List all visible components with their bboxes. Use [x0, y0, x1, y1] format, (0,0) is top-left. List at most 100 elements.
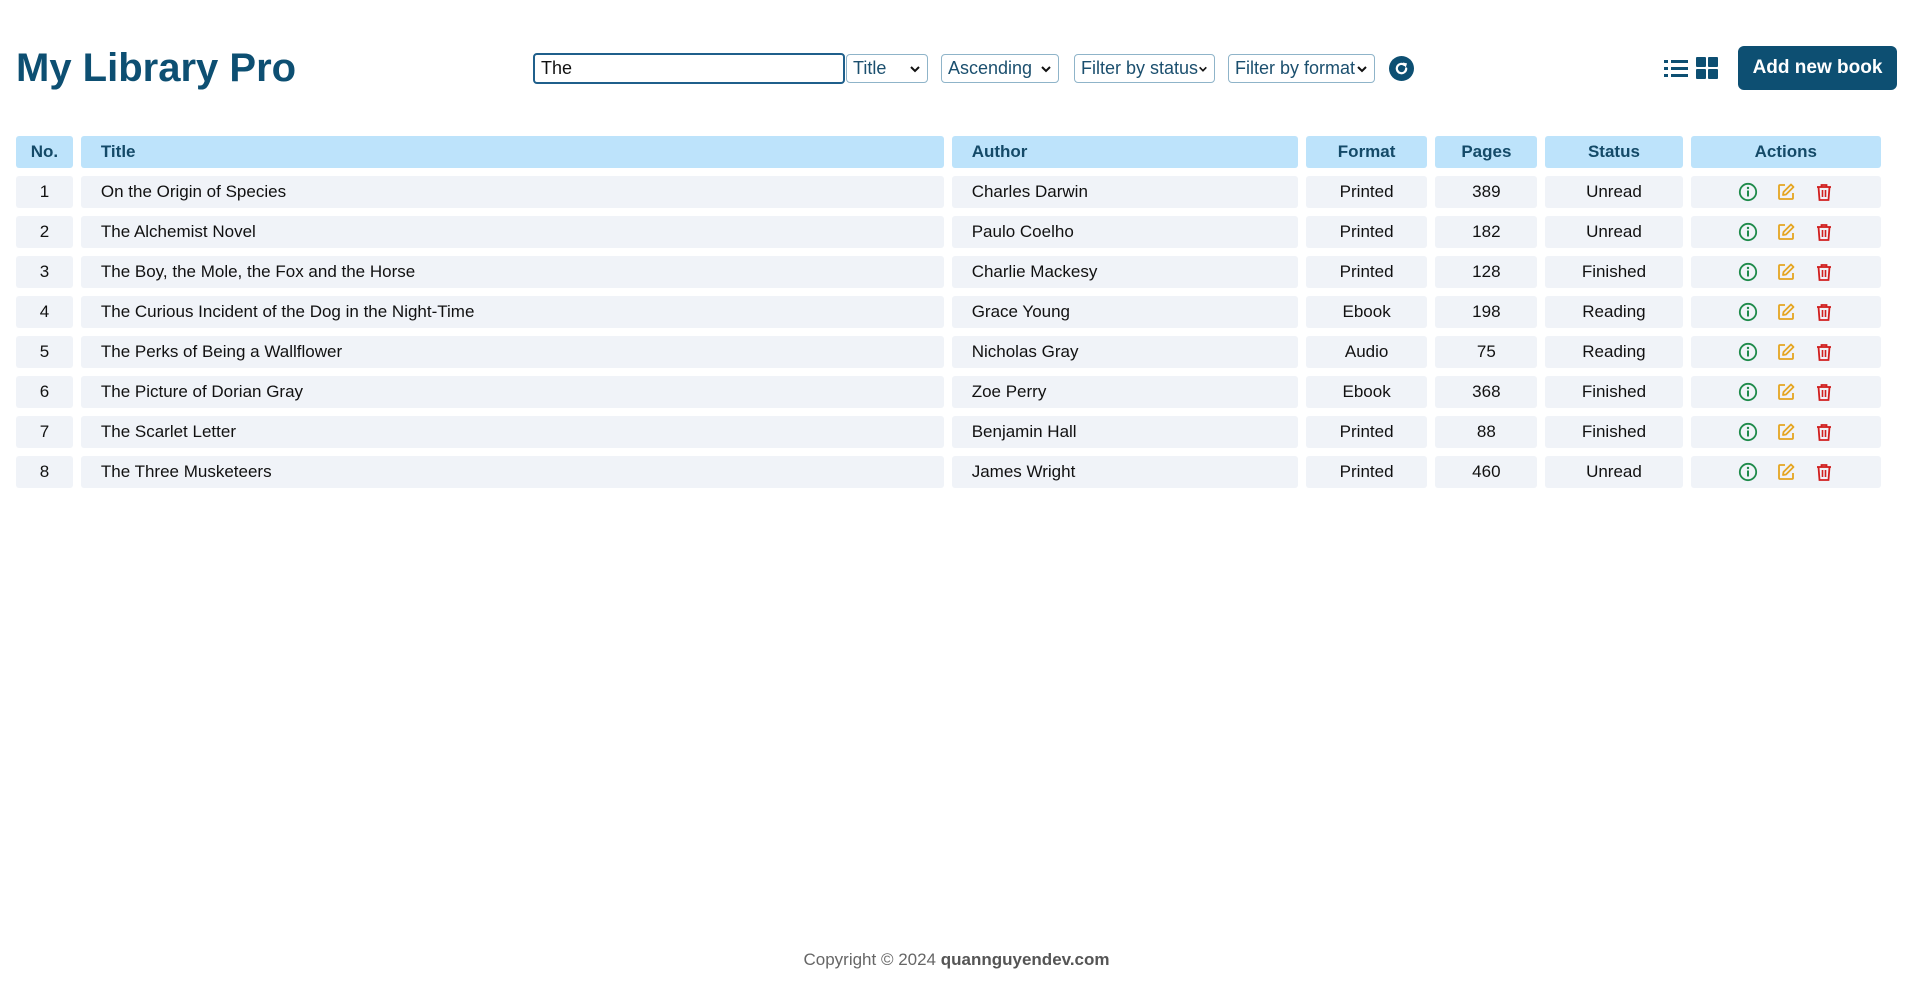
cell-status: Finished: [1545, 376, 1683, 408]
sort-field-value: Title: [853, 58, 887, 78]
cell-format: Ebook: [1305, 376, 1428, 408]
edit-icon[interactable]: [1775, 381, 1797, 403]
cell-title: The Scarlet Letter: [80, 416, 944, 448]
edit-icon[interactable]: [1775, 181, 1797, 203]
info-icon[interactable]: [1737, 221, 1759, 243]
trash-icon[interactable]: [1813, 341, 1835, 363]
refresh-button[interactable]: [1389, 56, 1414, 81]
format-filter-select[interactable]: Filter by format: [1228, 54, 1375, 83]
table-row: 2 The Alchemist Novel Paulo Coelho Printed 1…: [16, 216, 1881, 248]
cell-pages: 88: [1435, 416, 1538, 448]
edit-icon[interactable]: [1775, 261, 1797, 283]
cell-no: 1: [16, 176, 73, 208]
search-input[interactable]: [533, 53, 845, 84]
edit-icon[interactable]: [1775, 421, 1797, 443]
footer-site-link[interactable]: quannguyendev.com: [941, 950, 1110, 969]
info-icon[interactable]: [1737, 421, 1759, 443]
format-filter-value: Filter by format: [1235, 58, 1356, 78]
cell-title: The Alchemist Novel: [80, 216, 944, 248]
info-icon[interactable]: [1737, 381, 1759, 403]
info-icon[interactable]: [1737, 301, 1759, 323]
info-icon[interactable]: [1737, 261, 1759, 283]
sort-field-select[interactable]: Title: [846, 54, 928, 83]
info-icon[interactable]: [1737, 461, 1759, 483]
cell-actions: [1690, 456, 1881, 488]
cell-author: Benjamin Hall: [951, 416, 1298, 448]
table-row: 4 The Curious Incident of the Dog in the …: [16, 296, 1881, 328]
refresh-icon: [1395, 62, 1408, 75]
cell-author: Charles Darwin: [951, 176, 1298, 208]
trash-icon[interactable]: [1813, 261, 1835, 283]
cell-status: Unread: [1545, 456, 1683, 488]
cell-no: 7: [16, 416, 73, 448]
cell-author: Nicholas Gray: [951, 336, 1298, 368]
table-row: 8 The Three Musketeers James Wright Printed…: [16, 456, 1881, 488]
cell-pages: 368: [1435, 376, 1538, 408]
chevron-down-icon: [1357, 65, 1367, 72]
edit-icon[interactable]: [1775, 341, 1797, 363]
cell-format: Printed: [1305, 256, 1428, 288]
footer: Copyright © 2024 quannguyendev.com: [0, 950, 1913, 970]
list-view-icon[interactable]: [1663, 56, 1689, 80]
trash-icon[interactable]: [1813, 381, 1835, 403]
header-pages[interactable]: Pages: [1435, 136, 1538, 168]
cell-no: 3: [16, 256, 73, 288]
header-title[interactable]: Title: [80, 136, 944, 168]
status-filter-value: Filter by status: [1081, 58, 1199, 78]
add-new-book-button[interactable]: Add new book: [1738, 46, 1897, 90]
table-row: 5 The Perks of Being a Wallflower Nicholas…: [16, 336, 1881, 368]
cell-no: 2: [16, 216, 73, 248]
cell-format: Printed: [1305, 216, 1428, 248]
trash-icon[interactable]: [1813, 181, 1835, 203]
cell-format: Printed: [1305, 456, 1428, 488]
chevron-down-icon: [1199, 66, 1207, 72]
table-row: 1 On the Origin of Species Charles Darwin P…: [16, 176, 1881, 208]
cell-title: The Picture of Dorian Gray: [80, 376, 944, 408]
cell-actions: [1690, 336, 1881, 368]
cell-no: 5: [16, 336, 73, 368]
cell-author: Charlie Mackesy: [951, 256, 1298, 288]
trash-icon[interactable]: [1813, 301, 1835, 323]
trash-icon[interactable]: [1813, 221, 1835, 243]
header-author[interactable]: Author: [951, 136, 1298, 168]
edit-icon[interactable]: [1775, 461, 1797, 483]
header-no[interactable]: No.: [16, 136, 73, 168]
status-filter-select[interactable]: Filter by status: [1074, 54, 1215, 83]
cell-title: The Boy, the Mole, the Fox and the Horse: [80, 256, 944, 288]
table-row: 7 The Scarlet Letter Benjamin Hall Printed 8…: [16, 416, 1881, 448]
cell-author: Zoe Perry: [951, 376, 1298, 408]
trash-icon[interactable]: [1813, 461, 1835, 483]
edit-icon[interactable]: [1775, 221, 1797, 243]
cell-title: The Three Musketeers: [80, 456, 944, 488]
cell-status: Unread: [1545, 216, 1683, 248]
info-icon[interactable]: [1737, 181, 1759, 203]
cell-pages: 198: [1435, 296, 1538, 328]
grid-view-icon[interactable]: [1694, 56, 1720, 80]
trash-icon[interactable]: [1813, 421, 1835, 443]
app-title: My Library Pro: [16, 46, 297, 90]
header-actions: Actions: [1690, 136, 1881, 168]
cell-status: Finished: [1545, 416, 1683, 448]
cell-pages: 460: [1435, 456, 1538, 488]
cell-status: Reading: [1545, 336, 1683, 368]
sort-order-select[interactable]: Ascending: [941, 54, 1059, 83]
cell-no: 4: [16, 296, 73, 328]
cell-format: Printed: [1305, 176, 1428, 208]
cell-no: 8: [16, 456, 73, 488]
cell-actions: [1690, 416, 1881, 448]
cell-status: Finished: [1545, 256, 1683, 288]
info-icon[interactable]: [1737, 341, 1759, 363]
edit-icon[interactable]: [1775, 301, 1797, 323]
cell-actions: [1690, 176, 1881, 208]
copyright-text: Copyright © 2024: [803, 950, 941, 969]
books-table-body: 1 On the Origin of Species Charles Darwin P…: [16, 176, 1881, 488]
cell-author: Grace Young: [951, 296, 1298, 328]
cell-actions: [1690, 296, 1881, 328]
table-row: 6 The Picture of Dorian Gray Zoe Perry Eboo…: [16, 376, 1881, 408]
cell-pages: 182: [1435, 216, 1538, 248]
cell-format: Printed: [1305, 416, 1428, 448]
header-format[interactable]: Format: [1305, 136, 1428, 168]
cell-title: The Curious Incident of the Dog in the N…: [80, 296, 944, 328]
chevron-down-icon: [910, 65, 920, 72]
header-status[interactable]: Status: [1545, 136, 1683, 168]
